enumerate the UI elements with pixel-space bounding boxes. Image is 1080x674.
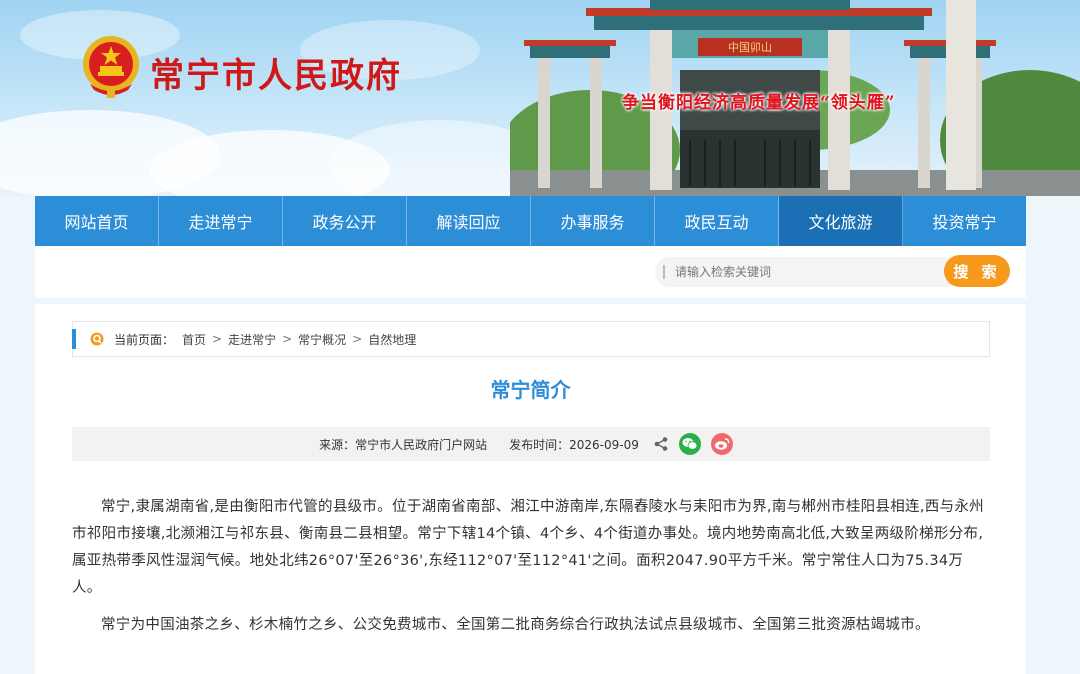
nav-item-interaction[interactable]: 政民互动 (655, 196, 779, 246)
article-source: 来源：常宁市人民政府门户网站 (319, 437, 488, 452)
nav-item-interpretation[interactable]: 解读回应 (407, 196, 531, 246)
search-divider (663, 265, 665, 279)
nav-item-investment[interactable]: 投资常宁 (903, 196, 1026, 246)
wechat-icon[interactable] (678, 433, 701, 455)
nav-item-services[interactable]: 办事服务 (531, 196, 655, 246)
gate-plaque-text: 中国卯山 (728, 41, 772, 54)
nav-item-culture-tourism[interactable]: 文化旅游 (779, 196, 903, 246)
breadcrumb-home[interactable]: 首页 (182, 331, 206, 348)
nav-item-home[interactable]: 网站首页 (35, 196, 159, 246)
article-date: 发布时间：2026-09-09 (509, 437, 639, 452)
article-paragraph: 常宁,隶属湖南省,是由衡阳市代管的县级市。位于湖南省南部、湘江中游南岸,东隔舂陵… (72, 499, 984, 596)
breadcrumb-separator: > (352, 332, 363, 346)
breadcrumb-geography[interactable]: 自然地理 (368, 331, 416, 348)
breadcrumb-separator: > (282, 332, 293, 346)
breadcrumb-label: 当前页面： (114, 332, 175, 347)
article-meta: 来源：常宁市人民政府门户网站 发布时间：2026-09-09 (72, 427, 990, 461)
content-panel: 当前页面： 首页 > 走进常宁 > 常宁概况 > 自然地理 常宁简介 来源：常宁… (35, 304, 1026, 674)
breadcrumb-separator: > (212, 332, 223, 346)
search-bar: 搜 索 (35, 246, 1026, 298)
share-icon[interactable] (653, 436, 669, 452)
breadcrumb-overview[interactable]: 常宁概况 (298, 331, 346, 348)
main-nav: 网站首页 走进常宁 政务公开 解读回应 办事服务 政民互动 文化旅游 投资常宁 (35, 196, 1026, 246)
article-title: 常宁简介 (490, 378, 571, 402)
breadcrumb-accent-bar (72, 329, 76, 349)
site-title: 常宁市人民政府 (150, 56, 402, 96)
search-button[interactable]: 搜 索 (944, 255, 1010, 287)
header-banner: 常宁市人民政府 中国卯山 争当衡阳经济高质量发展“领头雁” (0, 0, 1080, 196)
nav-item-about[interactable]: 走进常宁 (159, 196, 283, 246)
search-input[interactable] (655, 257, 967, 287)
article-paragraph: 常宁为中国油茶之乡、杉木楠竹之乡、公交免费城市、全国第二批商务综合行政执法试点县… (101, 617, 930, 633)
header-slogan: 争当衡阳经济高质量发展“领头雁” (622, 93, 896, 113)
nav-item-gov-affairs[interactable]: 政务公开 (283, 196, 407, 246)
location-icon (90, 332, 104, 346)
breadcrumb: 当前页面： 首页 > 走进常宁 > 常宁概况 > 自然地理 (72, 321, 990, 357)
article-body: 常宁,隶属湖南省,是由衡阳市代管的县级市。位于湖南省南部、湘江中游南岸,东隔舂陵… (72, 494, 990, 649)
weibo-icon[interactable] (710, 433, 733, 455)
breadcrumb-about[interactable]: 走进常宁 (228, 331, 276, 348)
national-emblem-icon (83, 36, 139, 98)
